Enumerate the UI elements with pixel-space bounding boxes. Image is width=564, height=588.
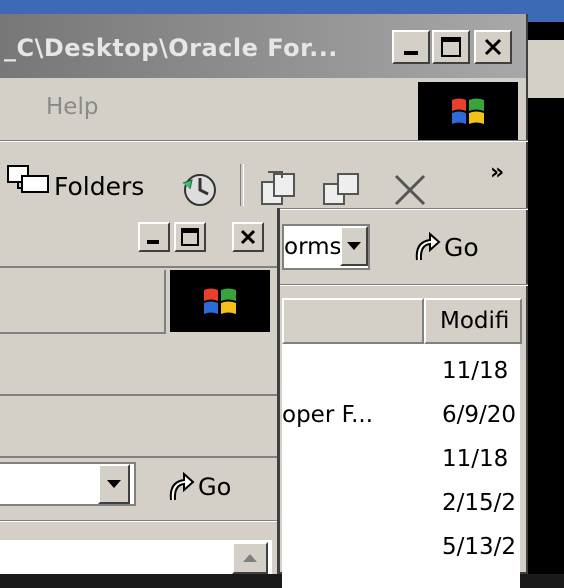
toolbar-more-button[interactable]: » bbox=[490, 160, 504, 185]
toolbar-separator bbox=[240, 164, 244, 206]
maximize-icon bbox=[181, 228, 199, 246]
menu-separator bbox=[0, 140, 528, 142]
menu-help[interactable]: Help bbox=[46, 94, 98, 120]
chevron-down-icon bbox=[107, 480, 121, 488]
folders-icon bbox=[6, 156, 58, 196]
front-go-button[interactable]: Go bbox=[166, 470, 231, 504]
front-menu-bar bbox=[0, 270, 166, 334]
history-icon[interactable] bbox=[178, 168, 222, 212]
move-to-icon[interactable] bbox=[258, 168, 302, 212]
column-header-name[interactable] bbox=[282, 298, 424, 344]
front-links-bar bbox=[0, 396, 277, 458]
front-minimize-button[interactable] bbox=[138, 222, 170, 252]
row-3-modified: 11/18 bbox=[442, 446, 509, 472]
maximize-icon bbox=[441, 37, 461, 57]
go-button[interactable]: Go bbox=[412, 230, 479, 264]
front-address-dropdown-button[interactable] bbox=[98, 464, 130, 504]
background-window-edge bbox=[528, 22, 564, 574]
close-icon bbox=[484, 38, 502, 56]
address-dropdown-button[interactable] bbox=[340, 226, 368, 266]
front-maximize-button[interactable] bbox=[174, 222, 206, 252]
go-arrow-icon bbox=[169, 471, 195, 501]
go-arrow-icon bbox=[415, 231, 441, 261]
windows-logo-icon bbox=[452, 98, 484, 124]
row-2-name[interactable]: oper F... bbox=[282, 402, 373, 428]
close-button[interactable] bbox=[474, 30, 512, 64]
window-title: _C\Desktop\Oracle For... bbox=[4, 34, 338, 62]
front-go-label: Go bbox=[198, 473, 232, 501]
minimize-icon bbox=[147, 240, 159, 244]
minimize-icon bbox=[404, 51, 418, 55]
address-value: orms bbox=[284, 234, 342, 260]
windows-logo bbox=[418, 82, 518, 140]
row-5-modified: 5/13/2 bbox=[442, 534, 517, 560]
front-toolbar bbox=[0, 334, 277, 396]
chevron-down-icon bbox=[347, 242, 361, 250]
row-2-modified: 6/9/20 bbox=[442, 402, 517, 428]
row-1-modified: 11/18 bbox=[442, 358, 509, 384]
front-addressbar-separator bbox=[0, 520, 277, 522]
scroll-up-arrow-icon bbox=[243, 554, 257, 562]
column-header-modified[interactable]: Modifi bbox=[424, 298, 522, 344]
front-windows-logo bbox=[170, 270, 270, 332]
copy-to-icon[interactable] bbox=[320, 168, 364, 212]
go-label: Go bbox=[444, 232, 479, 262]
row-4-modified: 2/15/2 bbox=[442, 490, 517, 516]
maximize-button[interactable] bbox=[432, 30, 470, 64]
front-close-button[interactable] bbox=[232, 222, 264, 252]
folders-button[interactable]: Folders bbox=[54, 172, 144, 201]
close-icon bbox=[240, 229, 256, 245]
windows-logo-icon bbox=[204, 288, 236, 314]
minimize-button[interactable] bbox=[392, 30, 430, 64]
scrollbar-up-button[interactable] bbox=[232, 542, 268, 574]
